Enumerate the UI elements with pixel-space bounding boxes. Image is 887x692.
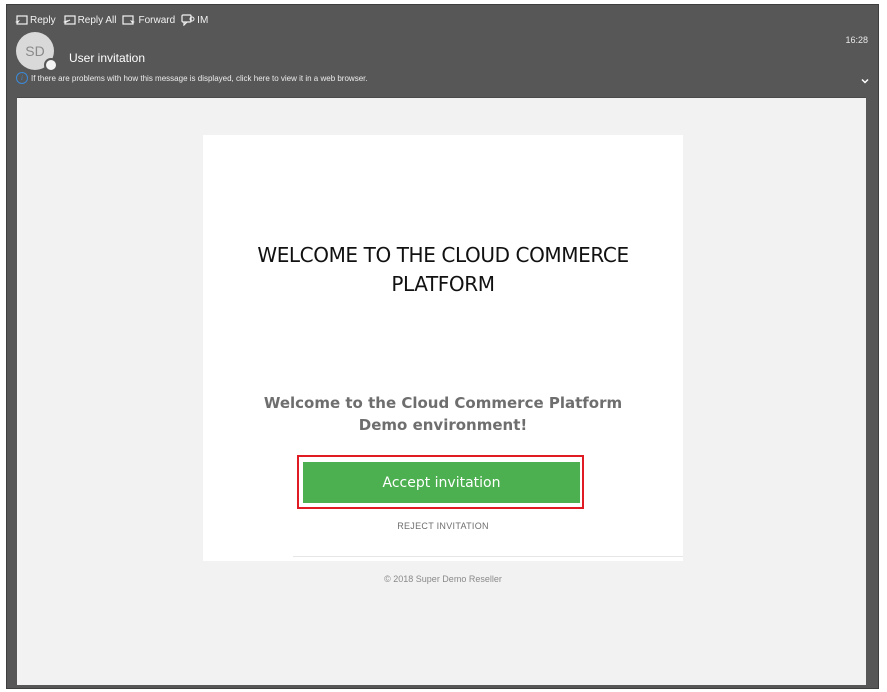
chevron-down-icon[interactable] <box>861 77 869 85</box>
email-footer: © 2018 Super Demo Reseller <box>384 574 502 584</box>
message-body: WELCOME TO THE CLOUD COMMERCE PLATFORM W… <box>17 97 866 685</box>
im-button[interactable]: IM <box>181 14 208 26</box>
reply-all-label: Reply All <box>77 14 117 26</box>
forward-icon <box>122 15 136 25</box>
message-toolbar: Reply Reply All Forward IM <box>14 12 208 28</box>
reject-invitation-link[interactable]: REJECT INVITATION <box>203 521 683 531</box>
reply-label: Reply <box>30 14 56 26</box>
reply-all-button[interactable]: Reply All <box>62 14 117 26</box>
reply-icon <box>15 15 28 25</box>
accept-invitation-button[interactable]: Accept invitation <box>303 462 580 503</box>
reply-all-icon <box>62 15 76 25</box>
forward-button[interactable]: Forward <box>122 14 175 26</box>
forward-label: Forward <box>138 14 176 26</box>
info-bar[interactable]: i If there are problems with how this me… <box>16 72 368 84</box>
email-reading-pane: Reply Reply All Forward IM 16:28 SD User… <box>6 4 879 689</box>
info-icon: i <box>16 72 28 84</box>
received-time: 16:28 <box>845 35 868 45</box>
info-bar-text[interactable]: If there are problems with how this mess… <box>31 74 368 83</box>
email-card: WELCOME TO THE CLOUD COMMERCE PLATFORM W… <box>203 135 683 561</box>
presence-indicator-icon <box>44 58 58 72</box>
email-headline: WELCOME TO THE CLOUD COMMERCE PLATFORM <box>257 243 629 296</box>
welcome-text: Welcome to the Cloud Commerce Platform D… <box>263 394 623 434</box>
reply-button[interactable]: Reply <box>14 14 56 26</box>
avatar-initials: SD <box>25 43 45 59</box>
im-label: IM <box>197 14 209 26</box>
card-divider <box>293 556 683 557</box>
im-icon <box>181 14 195 26</box>
message-subject: User invitation <box>69 51 146 65</box>
